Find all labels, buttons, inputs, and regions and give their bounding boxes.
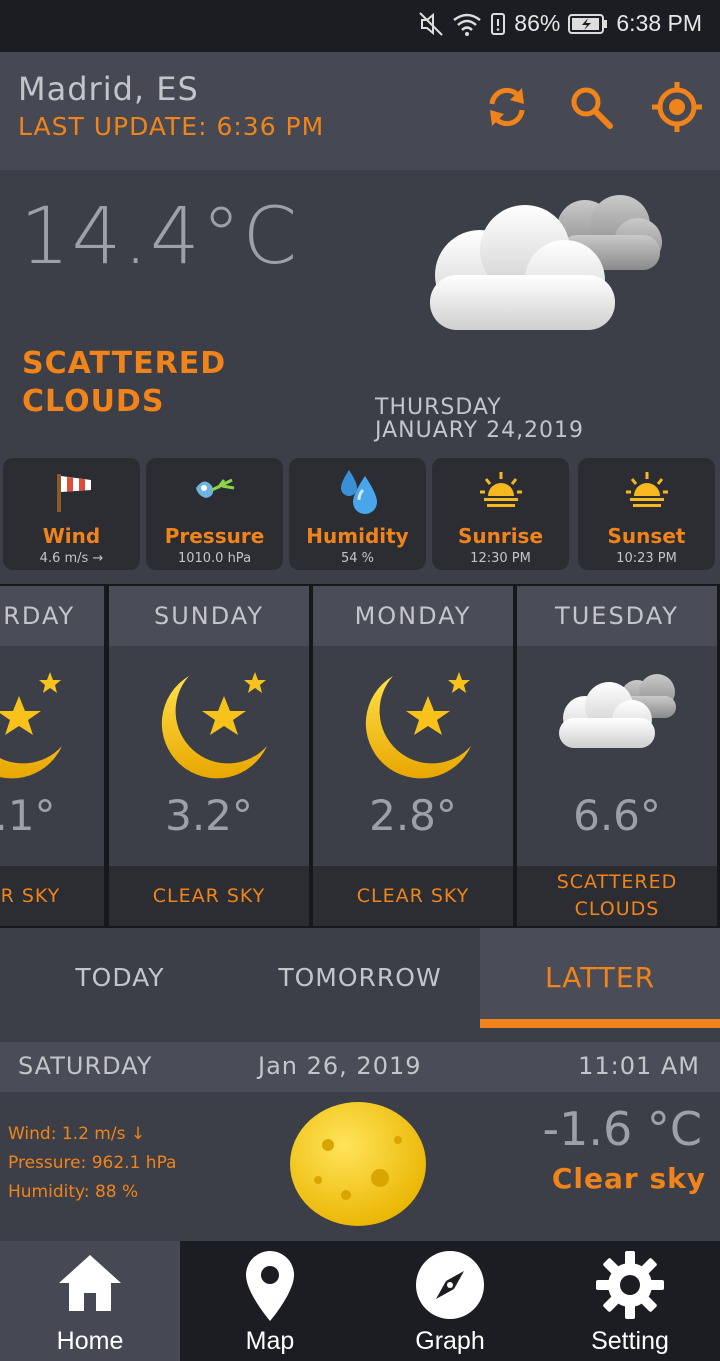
tab-today[interactable]: TODAY — [0, 928, 240, 1028]
moon-stars-icon — [313, 656, 513, 786]
wind-value: 4.6 m/s → — [39, 551, 104, 566]
weather-details: Wind 4.6 m/s → Pressure 1010.0 hPa Humid… — [0, 456, 720, 571]
water-drop-icon — [333, 466, 383, 522]
humidity-value: 54 % — [340, 551, 375, 566]
battery-percent: 86% — [514, 10, 561, 36]
wind-label: Wind — [42, 524, 101, 548]
scattered-clouds-icon — [420, 180, 670, 354]
sunset-value: 10:23 PM — [616, 551, 677, 566]
city-name: Madrid, ES — [18, 70, 199, 108]
compass-icon — [414, 1249, 486, 1325]
forecast-card[interactable]: SATURDAY -1.1° CLEAR SKY — [0, 586, 104, 926]
current-weather: 14.4°C SCATTERED CLOUDS THURSDAY JANUARY… — [0, 170, 720, 455]
sunset-label: Sunset — [607, 524, 686, 548]
home-icon — [55, 1249, 125, 1323]
nav-map[interactable]: Map — [180, 1241, 360, 1361]
forecast-day: TUESDAY — [517, 586, 717, 646]
tab-tomorrow[interactable]: TOMORROW — [240, 928, 480, 1028]
moon-stars-icon — [109, 656, 309, 786]
nav-setting-label: Setting — [591, 1327, 669, 1355]
forecast-strip[interactable]: SATURDAY -1.1° CLEAR SKY SUNDAY 3.2° CLE… — [0, 584, 720, 928]
sunrise-tile: Sunrise 12:30 PM — [432, 458, 569, 570]
forecast-day: SUNDAY — [109, 586, 309, 646]
refresh-icon[interactable] — [484, 84, 530, 130]
nav-setting[interactable]: Setting — [540, 1241, 720, 1361]
forecast-card[interactable]: TUESDAY 6.6° SCATTERED CLOUDS — [517, 586, 717, 926]
later-header: SATURDAY Jan 26, 2019 11:01 AM — [0, 1042, 720, 1092]
wifi-icon — [453, 13, 482, 36]
humidity-label: Humidity — [306, 524, 409, 548]
wind-tile: Wind 4.6 m/s → — [3, 458, 140, 570]
forecast-description: SCATTERED CLOUDS — [517, 866, 717, 926]
sunset-tile: Sunset 10:23 PM — [578, 458, 715, 570]
gear-icon — [594, 1249, 666, 1325]
current-day: THURSDAY — [375, 395, 502, 420]
forecast-card[interactable]: SUNDAY 3.2° CLEAR SKY — [109, 586, 309, 926]
pressure-label: Pressure — [164, 524, 265, 548]
forecast-description: CLEAR SKY — [0, 866, 104, 926]
later-description: Clear sky — [551, 1162, 706, 1195]
forecast-description: CLEAR SKY — [313, 866, 513, 926]
forecast-card[interactable]: MONDAY 2.8° CLEAR SKY — [313, 586, 513, 926]
map-pin-icon — [240, 1249, 300, 1327]
nav-home-label: Home — [56, 1327, 124, 1355]
sunrise-label: Sunrise — [457, 524, 544, 548]
later-humidity: Humidity: 88 % — [8, 1182, 139, 1202]
period-tabs: TODAY TOMORROW LATTER — [0, 928, 720, 1028]
later-date: Jan 26, 2019 — [258, 1052, 422, 1080]
clouds-icon — [517, 656, 717, 786]
battery-charging-icon — [568, 13, 608, 34]
status-bar: 86% 6:38 PM — [0, 0, 720, 52]
forecast-temp: -1.1° — [0, 791, 56, 840]
humidity-tile: Humidity 54 % — [289, 458, 426, 570]
bottom-navigation: Home Map Graph Setting — [0, 1241, 720, 1361]
later-temperature: -1.6 °C — [542, 1102, 703, 1156]
later-time: 11:01 AM — [578, 1052, 700, 1080]
search-icon[interactable] — [568, 84, 614, 130]
sunset-icon — [622, 466, 672, 520]
forecast-day: MONDAY — [313, 586, 513, 646]
forecast-temp: 6.6° — [573, 791, 661, 840]
forecast-temp: 2.8° — [369, 791, 457, 840]
sunrise-value: 12:30 PM — [470, 551, 531, 566]
last-update: LAST UPDATE: 6:36 PM — [18, 112, 325, 141]
forecast-day: SATURDAY — [0, 586, 104, 646]
full-moon-icon — [288, 1100, 428, 1232]
pressure-icon — [190, 466, 240, 520]
later-pressure: Pressure: 962.1 hPa — [8, 1153, 177, 1173]
sim-icon — [491, 12, 506, 35]
later-body: Wind: 1.2 m/s ↓ Pressure: 962.1 hPa Humi… — [0, 1092, 720, 1237]
locate-icon[interactable] — [650, 80, 704, 134]
later-forecast: SATURDAY Jan 26, 2019 11:01 AM Wind: 1.2… — [0, 1042, 720, 1237]
pressure-tile: Pressure 1010.0 hPa — [146, 458, 283, 570]
later-wind: Wind: 1.2 m/s ↓ — [8, 1124, 146, 1144]
current-date: JANUARY 24,2019 — [375, 418, 585, 443]
later-day: SATURDAY — [18, 1052, 153, 1080]
pressure-value: 1010.0 hPa — [177, 551, 252, 566]
current-description: SCATTERED CLOUDS — [22, 346, 227, 419]
app-header: Madrid, ES LAST UPDATE: 6:36 PM — [0, 52, 720, 170]
nav-map-label: Map — [245, 1327, 295, 1355]
forecast-description: CLEAR SKY — [109, 866, 309, 926]
windsock-icon — [47, 466, 97, 520]
clock: 6:38 PM — [616, 10, 702, 36]
current-temperature: 14.4°C — [20, 192, 300, 282]
nav-graph[interactable]: Graph — [360, 1241, 540, 1361]
mute-icon — [419, 11, 444, 36]
tab-latter[interactable]: LATTER — [480, 928, 720, 1028]
forecast-temp: 3.2° — [165, 791, 253, 840]
sunrise-icon — [476, 466, 526, 520]
nav-home[interactable]: Home — [0, 1241, 180, 1361]
nav-graph-label: Graph — [415, 1327, 485, 1355]
moon-stars-icon — [0, 656, 104, 786]
